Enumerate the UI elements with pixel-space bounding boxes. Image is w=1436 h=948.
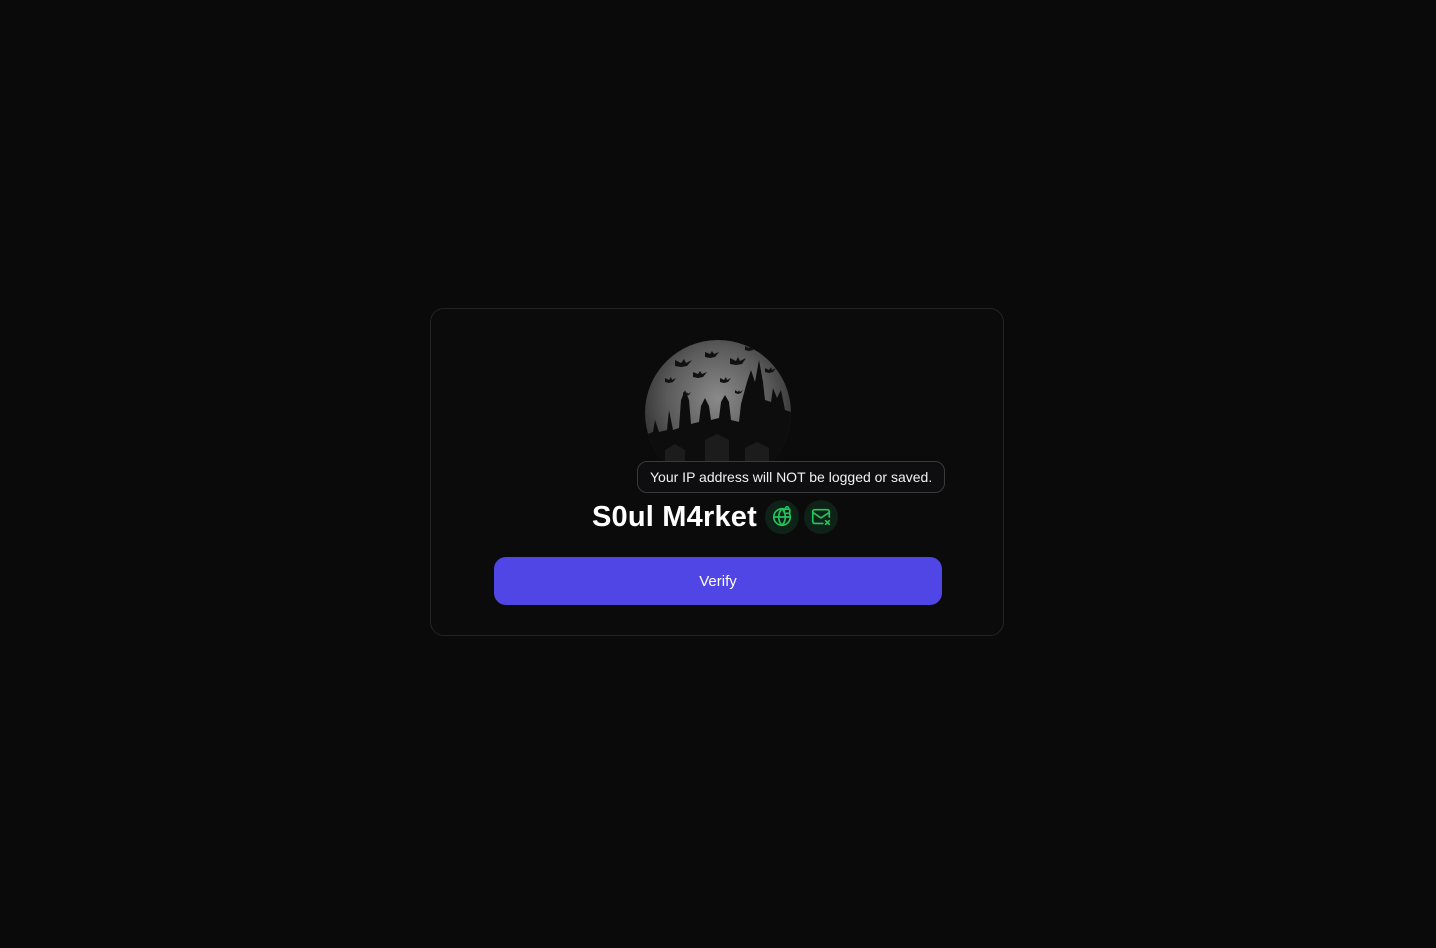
ip-privacy-tooltip: Your IP address will NOT be logged or sa… — [637, 461, 946, 493]
page: Your IP address will NOT be logged or sa… — [0, 0, 1436, 948]
globe-lock-icon — [772, 506, 792, 527]
no-email-badge[interactable] — [804, 500, 838, 534]
site-title: S0ul M4rket — [592, 500, 757, 533]
mail-x-icon — [811, 508, 831, 526]
title-row: S0ul M4rket — [592, 499, 843, 535]
ip-not-logged-badge[interactable] — [765, 500, 799, 534]
verify-button[interactable]: Verify — [494, 557, 942, 605]
